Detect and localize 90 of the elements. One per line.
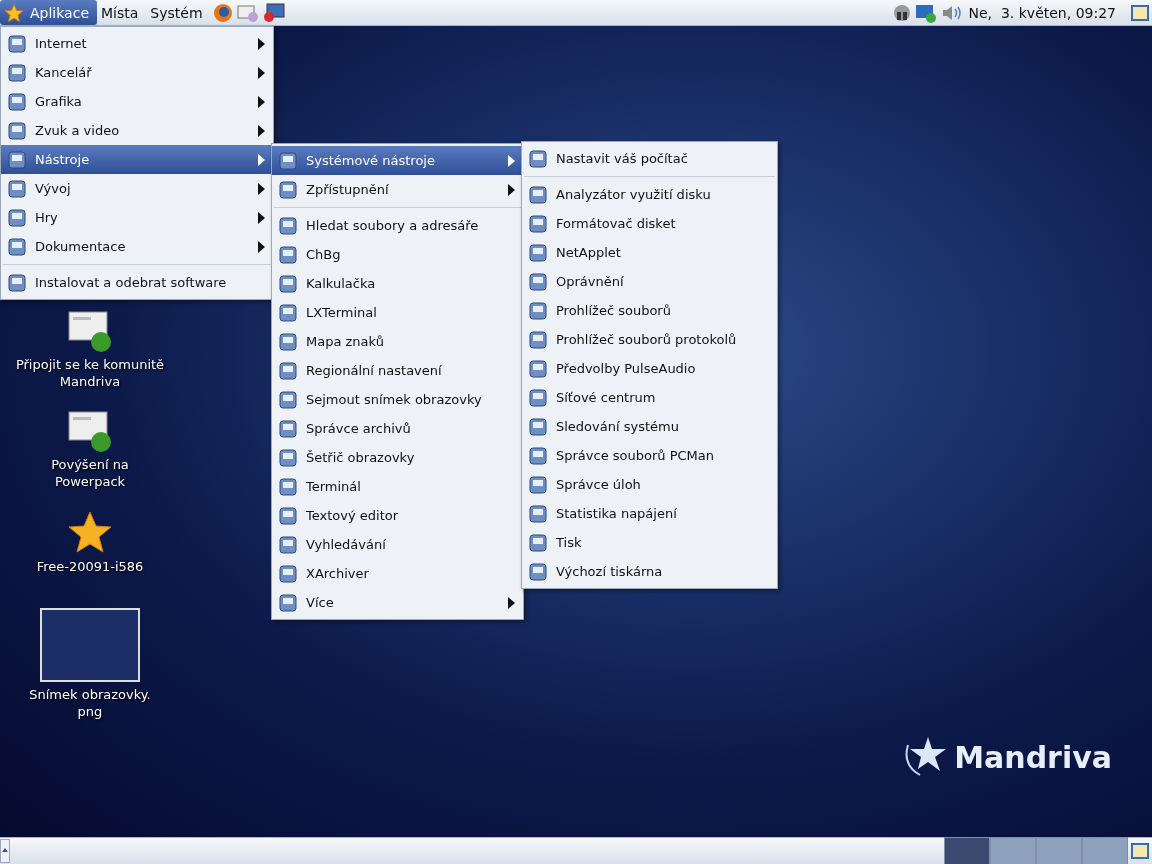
app-icon bbox=[278, 389, 298, 410]
app-icon bbox=[278, 563, 298, 584]
menu-item[interactable]: NetApplet bbox=[522, 238, 777, 267]
panel-menu[interactable]: Aplikace bbox=[0, 0, 97, 25]
menu-item[interactable]: Statistika napájení bbox=[522, 499, 777, 528]
menu-item[interactable]: Tisk bbox=[522, 528, 777, 557]
app-icon bbox=[528, 242, 548, 263]
submenu-arrow-icon bbox=[257, 240, 265, 253]
submenu-arrow-icon bbox=[507, 154, 515, 167]
app-icon bbox=[278, 273, 298, 294]
app-icon bbox=[7, 62, 27, 83]
app-icon bbox=[278, 302, 298, 323]
app-icon bbox=[278, 447, 298, 468]
app-icon bbox=[7, 207, 27, 228]
desktop-icon-label[interactable]: Připojit se ke komunitě Mandriva bbox=[15, 356, 165, 390]
app-icon bbox=[528, 300, 548, 321]
app-icon bbox=[528, 561, 548, 582]
app-icon bbox=[528, 271, 548, 292]
desktop-icon-label[interactable]: Free-20091-i586 bbox=[36, 558, 144, 575]
app-icon bbox=[278, 360, 298, 381]
app-icon bbox=[528, 532, 548, 553]
submenu-arrow-icon bbox=[257, 66, 265, 79]
app-icon bbox=[278, 476, 298, 497]
submenu-arrow-icon bbox=[507, 596, 515, 609]
workspace[interactable] bbox=[944, 837, 990, 864]
menu-item[interactable]: Správce souborů PCMan bbox=[522, 441, 777, 470]
menu-item[interactable]: Grafika bbox=[1, 87, 273, 116]
submenu-arrow-icon bbox=[257, 95, 265, 108]
app-icon bbox=[278, 179, 298, 200]
network-icon[interactable] bbox=[914, 2, 937, 23]
menu-item[interactable]: Správce úloh bbox=[522, 470, 777, 499]
menu-item[interactable]: Sledování systému bbox=[522, 412, 777, 441]
app-icon bbox=[528, 213, 548, 234]
submenu-arrow-icon bbox=[257, 211, 265, 224]
menu-item[interactable]: Kancelář bbox=[1, 58, 273, 87]
app-icon bbox=[528, 416, 548, 437]
app-icon bbox=[278, 215, 298, 236]
app-icon bbox=[528, 445, 548, 466]
desktop-icon-label[interactable]: Snímek obrazovky. png bbox=[29, 686, 151, 720]
menu-item[interactable]: Výchozí tiskárna bbox=[522, 557, 777, 586]
submenu-arrow-icon bbox=[257, 153, 265, 166]
submenu-arrow-icon bbox=[257, 37, 265, 50]
app-icon bbox=[528, 148, 548, 169]
app-icon bbox=[7, 178, 27, 199]
app-icon bbox=[528, 503, 548, 524]
desktop-icon-label[interactable]: Povýšení na Powerpack bbox=[15, 456, 165, 490]
app-icon bbox=[7, 91, 27, 112]
menu-item[interactable]: Síťové centrum bbox=[522, 383, 777, 412]
globe-icon[interactable] bbox=[212, 2, 233, 23]
clock[interactable]: Ne, 3. květen, 09:27 bbox=[968, 4, 1116, 21]
menu-item[interactable]: Nástroje bbox=[1, 145, 273, 174]
menu-item[interactable]: Systémové nástroje bbox=[272, 146, 523, 175]
show-desktop-icon[interactable] bbox=[1130, 841, 1150, 861]
app-icon bbox=[278, 505, 298, 526]
app-icon bbox=[278, 150, 298, 171]
menu-item[interactable]: Formátovač disket bbox=[522, 209, 777, 238]
app-icon bbox=[278, 331, 298, 352]
submenu-arrow-icon bbox=[507, 183, 515, 196]
panel-menu[interactable]: Systém bbox=[146, 0, 211, 25]
app-icon bbox=[7, 33, 27, 54]
show-desktop-icon[interactable] bbox=[1130, 2, 1150, 23]
star-icon bbox=[67, 510, 113, 554]
menu-item[interactable]: Prohlížeč souborů protokolů bbox=[522, 325, 777, 354]
panel-menu[interactable]: Místa bbox=[97, 0, 147, 25]
app-icon bbox=[528, 474, 548, 495]
app-icon bbox=[528, 184, 548, 205]
app-icon bbox=[278, 592, 298, 613]
app-icon bbox=[7, 236, 27, 257]
app-icon bbox=[7, 272, 27, 293]
app-icon bbox=[7, 120, 27, 141]
submenu-arrow-icon bbox=[257, 182, 265, 195]
app-icon bbox=[7, 149, 27, 170]
menu-item[interactable]: Internet bbox=[1, 29, 273, 58]
app-icon bbox=[278, 244, 298, 265]
submenu-arrow-icon bbox=[257, 124, 265, 137]
menu-item[interactable]: Zvuk a video bbox=[1, 116, 273, 145]
app-icon bbox=[528, 387, 548, 408]
menu-item[interactable]: Oprávnění bbox=[522, 267, 777, 296]
app-icon bbox=[278, 534, 298, 555]
wallpaper-logo: Mandriva bbox=[954, 739, 1112, 775]
app-icon bbox=[528, 358, 548, 379]
app-icon bbox=[528, 329, 548, 350]
menu-item[interactable]: Prohlížeč souborů bbox=[522, 296, 777, 325]
menu-item[interactable]: Předvolby PulseAudio bbox=[522, 354, 777, 383]
menu-item[interactable]: Analyzátor využití disku bbox=[522, 180, 777, 209]
menu-item[interactable]: Více bbox=[272, 588, 523, 617]
star-icon bbox=[4, 2, 24, 23]
menu-item[interactable]: Nastavit váš počítač bbox=[522, 144, 777, 173]
monitor-icon[interactable] bbox=[262, 2, 285, 23]
app-icon bbox=[278, 418, 298, 439]
